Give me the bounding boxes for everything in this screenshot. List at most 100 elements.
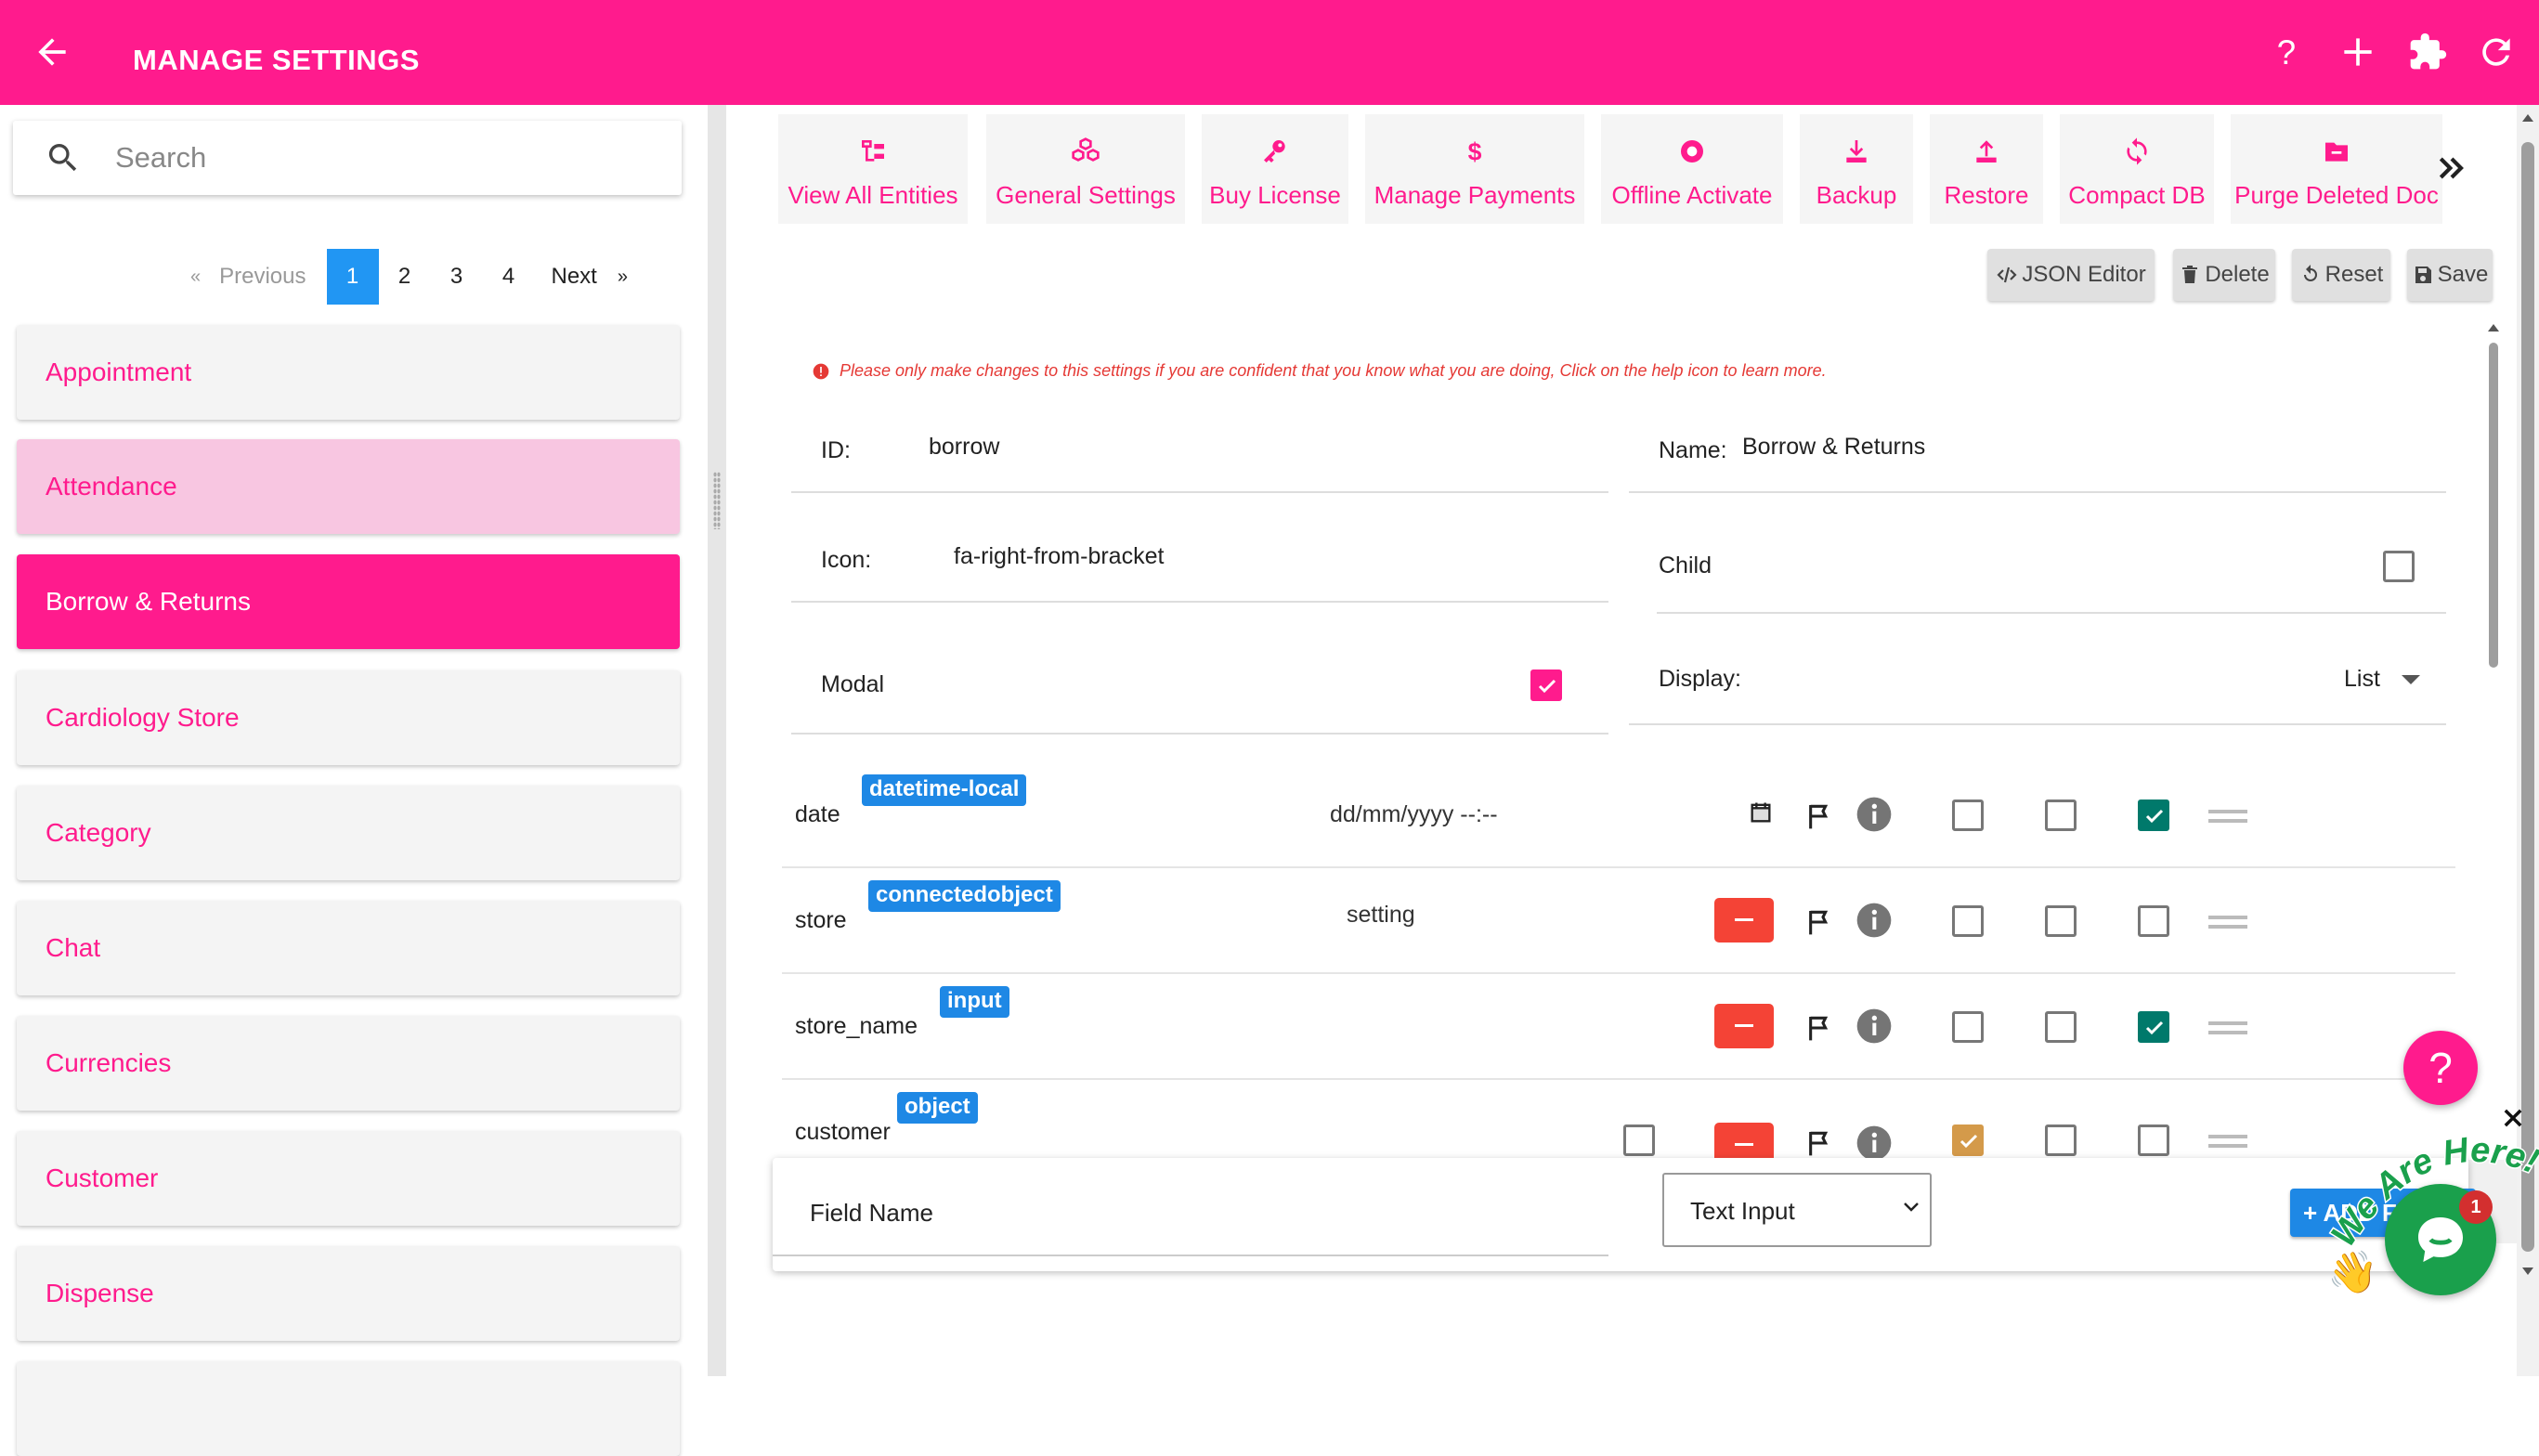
tab-backup[interactable]: Backup (1800, 114, 1913, 224)
plus-icon[interactable] (2337, 32, 2378, 72)
field-check-2[interactable] (2045, 905, 2077, 937)
tab-label: Manage Payments (1374, 181, 1576, 209)
sidebar-item-category[interactable]: Category (17, 786, 680, 880)
child-label: Child (1659, 552, 1712, 578)
sync-icon (2127, 137, 2147, 165)
help-fab-button[interactable]: ? (2403, 1031, 2478, 1105)
search-box (13, 121, 682, 195)
page-2-button[interactable]: 2 (379, 249, 431, 305)
remove-field-button[interactable] (1714, 898, 1774, 942)
id-field[interactable]: ID: borrow (791, 404, 1608, 493)
sidebar-item-borrow-returns[interactable]: Borrow & Returns (17, 554, 680, 649)
icon-field[interactable]: Icon: fa-right-from-bracket (791, 514, 1608, 603)
modal-checkbox[interactable] (1530, 670, 1562, 701)
sidebar-item-chat[interactable]: Chat (17, 901, 680, 995)
page-1-button[interactable]: 1 (326, 249, 379, 305)
page-4-button[interactable]: 4 (483, 249, 535, 305)
info-icon[interactable] (1855, 1124, 1893, 1162)
field-name-input[interactable]: Field Name (773, 1158, 1608, 1256)
field-row-store: store connectedobject setting (782, 868, 2455, 974)
drag-handle-icon[interactable] (2208, 807, 2247, 826)
field-check-1[interactable] (1952, 905, 1984, 937)
page-title: MANAGE SETTINGS (133, 44, 420, 76)
field-check-3[interactable] (2138, 1011, 2169, 1043)
prev-arrow-icon: « (190, 266, 202, 287)
sidebar-item-cardiology-store[interactable]: Cardiology Store (17, 670, 680, 765)
drag-handle-icon[interactable] (2208, 913, 2247, 931)
sidebar-item-currencies[interactable]: Currencies (17, 1016, 680, 1111)
folder-minus-icon (2325, 142, 2348, 162)
field-name: store_name (795, 1013, 918, 1039)
refresh-icon[interactable] (2476, 32, 2517, 72)
scroll-thumb[interactable] (2489, 343, 2498, 668)
sidebar-item-appointment[interactable]: Appointment (17, 325, 680, 420)
tab-purge-deleted-doc[interactable]: Purge Deleted Doc (2231, 114, 2442, 224)
field-check-3[interactable] (2138, 1124, 2169, 1156)
page-3-button[interactable]: 3 (431, 249, 483, 305)
calendar-icon[interactable] (1748, 800, 1774, 826)
sidebar-item-next[interactable] (17, 1361, 680, 1456)
field-check-1[interactable] (1952, 800, 1984, 831)
previous-page-button[interactable]: « Previous (190, 264, 306, 290)
field-name: customer (795, 1119, 891, 1145)
splitter-grip-icon[interactable] (713, 472, 721, 529)
delete-button[interactable]: Delete (2173, 249, 2275, 301)
info-icon[interactable] (1855, 902, 1893, 939)
field-check-1[interactable] (1952, 1011, 1984, 1043)
double-chevron-right-icon[interactable] (2433, 150, 2470, 187)
drag-handle-icon[interactable] (2208, 1132, 2247, 1150)
search-input[interactable] (115, 134, 654, 182)
help-icon[interactable]: ? (2266, 32, 2307, 72)
child-checkbox[interactable] (2383, 551, 2415, 582)
flag-icon[interactable] (1804, 1013, 1834, 1043)
sidebar-item-customer[interactable]: Customer (17, 1131, 680, 1226)
field-name-placeholder: Field Name (810, 1199, 933, 1227)
display-field[interactable]: Display: List (1629, 634, 2446, 725)
page-scroll-up-icon[interactable] (2520, 110, 2535, 124)
reset-button[interactable]: Reset (2292, 249, 2390, 301)
flag-icon[interactable] (1804, 907, 1834, 937)
panel-splitter[interactable] (708, 105, 726, 1376)
child-field: Child (1657, 514, 2446, 614)
close-icon[interactable] (2500, 1105, 2526, 1131)
tab-offline-activate[interactable]: Offline Activate (1601, 114, 1783, 224)
flag-icon[interactable] (1804, 1128, 1834, 1158)
sidebar-item-dispense[interactable]: Dispense (17, 1246, 680, 1341)
remove-field-button[interactable] (1714, 1004, 1774, 1048)
field-type-select[interactable]: Text Input (1662, 1173, 1932, 1247)
info-icon[interactable] (1855, 796, 1893, 833)
info-icon[interactable] (1855, 1008, 1893, 1045)
name-field[interactable]: Name: Borrow & Returns (1629, 404, 2446, 493)
previous-label: Previous (219, 264, 306, 289)
field-type-selected: Text Input (1690, 1197, 1795, 1225)
back-arrow-icon[interactable] (32, 32, 72, 72)
field-check-3[interactable] (2138, 905, 2169, 937)
save-button[interactable]: Save (2407, 249, 2493, 301)
field-check-0[interactable] (1623, 1124, 1655, 1156)
field-check-2[interactable] (2045, 1011, 2077, 1043)
tab-view-all-entities[interactable]: View All Entities (778, 114, 968, 224)
json-editor-button[interactable]: JSON Editor (1987, 249, 2155, 301)
page-scroll-thumb[interactable] (2521, 142, 2534, 1252)
puzzle-icon[interactable] (2407, 32, 2448, 72)
remove-field-button[interactable] (1714, 1123, 1774, 1162)
flag-icon[interactable] (1804, 801, 1834, 831)
next-page-button[interactable]: Next » (552, 264, 628, 290)
field-check-3[interactable] (2138, 800, 2169, 831)
tab-label: Buy License (1209, 181, 1341, 209)
tab-manage-payments[interactable]: $ Manage Payments (1365, 114, 1584, 224)
tab-compact-db[interactable]: Compact DB (2060, 114, 2214, 224)
field-value[interactable]: setting (1347, 902, 1415, 929)
sidebar-item-attendance[interactable]: Attendance (17, 439, 680, 534)
field-check-1[interactable] (1952, 1124, 1984, 1156)
tab-buy-license[interactable]: Buy License (1202, 114, 1348, 224)
field-value[interactable]: dd/mm/yyyy --:-- (1330, 801, 1498, 828)
app-header: MANAGE SETTINGS ? (0, 0, 2539, 105)
field-check-2[interactable] (2045, 1124, 2077, 1156)
field-check-2[interactable] (2045, 800, 2077, 831)
tab-general-settings[interactable]: General Settings (986, 114, 1185, 224)
drag-handle-icon[interactable] (2208, 1019, 2247, 1037)
checkmark-icon (1538, 679, 1556, 694)
tab-restore[interactable]: Restore (1930, 114, 2043, 224)
scroll-up-icon[interactable] (2486, 320, 2501, 333)
